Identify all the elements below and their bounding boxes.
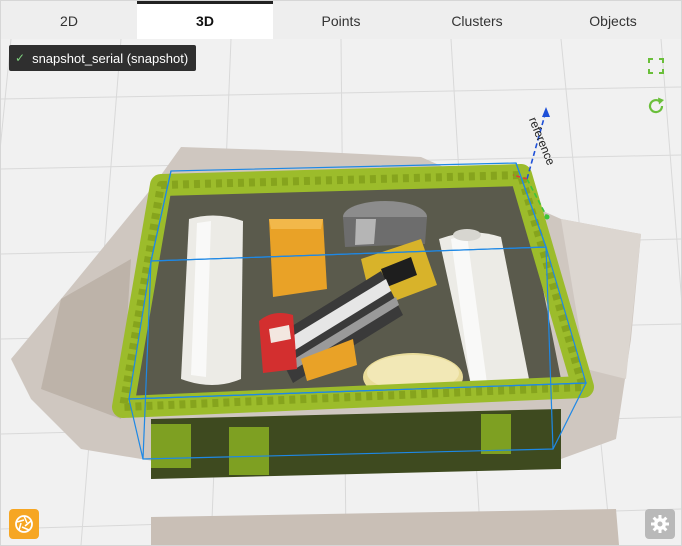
- settings-button[interactable]: [645, 509, 675, 539]
- check-icon: ✓: [15, 51, 26, 65]
- left-bottle: [181, 215, 243, 385]
- refresh-button[interactable]: [645, 95, 667, 117]
- viewer-frame: 2D 3D Points Clusters Objects reference …: [0, 0, 682, 546]
- tab-objects[interactable]: Objects: [545, 1, 681, 39]
- tab-points[interactable]: Points: [273, 1, 409, 39]
- gear-icon: [651, 515, 669, 533]
- camera-aperture-icon: [15, 515, 33, 533]
- snapshot-chip-label: snapshot_serial (snapshot): [32, 50, 189, 66]
- fullscreen-icon: [648, 58, 664, 74]
- fullscreen-button[interactable]: [645, 55, 667, 77]
- refresh-icon: [648, 97, 664, 114]
- orange-box: [269, 219, 327, 297]
- tab-clusters[interactable]: Clusters: [409, 1, 545, 39]
- point-cloud-scene[interactable]: [1, 39, 681, 545]
- snapshot-chip[interactable]: ✓ snapshot_serial (snapshot): [9, 45, 197, 71]
- tab-2d[interactable]: 2D: [1, 1, 137, 39]
- tab-3d[interactable]: 3D: [137, 1, 273, 39]
- 3d-viewport[interactable]: reference ✓ snapshot_serial (snapshot): [1, 39, 681, 545]
- snapshot-button[interactable]: [9, 509, 39, 539]
- metal-can: [343, 201, 427, 247]
- view-tab-bar: 2D 3D Points Clusters Objects: [1, 1, 681, 39]
